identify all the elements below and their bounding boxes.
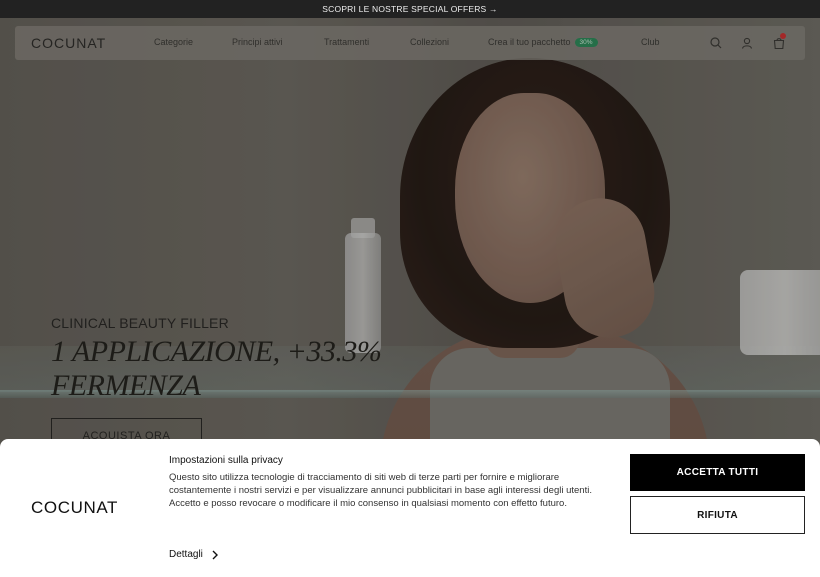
accept-all-button[interactable]: ACCETTA TUTTI bbox=[630, 454, 805, 491]
cookie-banner-title: Impostazioni sulla privacy bbox=[169, 455, 283, 466]
announcement-bar[interactable]: SCOPRI LE NOSTRE SPECIAL OFFERS → bbox=[0, 0, 820, 18]
refuse-button[interactable]: RIFIUTA bbox=[630, 496, 805, 534]
chevron-right-icon bbox=[212, 550, 218, 559]
cookie-banner: COCUNAT Impostazioni sulla privacy Quest… bbox=[0, 439, 820, 577]
announcement-text[interactable]: SCOPRI LE NOSTRE SPECIAL OFFERS → bbox=[322, 4, 497, 14]
details-link[interactable]: Dettagli bbox=[169, 549, 219, 560]
cookie-banner-logo: COCUNAT bbox=[31, 498, 118, 517]
cookie-banner-text: Questo sito utilizza tecnologie di tracc… bbox=[169, 472, 592, 509]
details-label: Dettagli bbox=[169, 549, 203, 560]
